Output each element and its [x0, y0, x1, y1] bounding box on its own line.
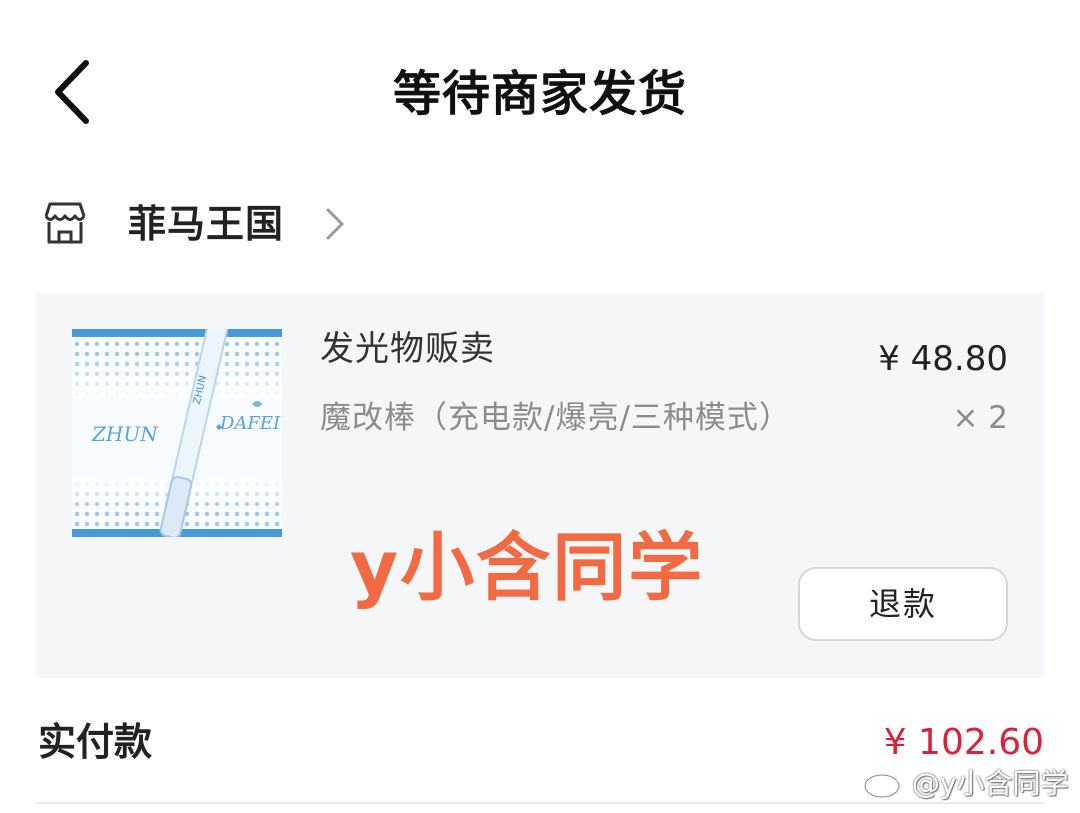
product-quantity: × 2 — [952, 400, 1008, 436]
product-price: ¥ 48.80 — [878, 339, 1008, 379]
store-link[interactable]: 菲马王国 — [36, 190, 436, 260]
product-thumbnail[interactable]: ZHUN ZHUN DAFEI — [72, 329, 282, 537]
overlay-watermark-text: y小含同学 — [350, 525, 705, 611]
corner-watermark-text: @y小含同学 — [912, 767, 1069, 800]
store-name: 菲马王国 — [128, 202, 285, 246]
product-title: 发光物贩卖 — [320, 329, 495, 369]
order-item-card: ZHUN ZHUN DAFEI 发光物贩卖 ¥ 48.80 魔改棒（充电款/爆亮… — [36, 293, 1044, 678]
top-bar: 等待商家发货 — [0, 0, 1080, 185]
refund-button[interactable]: 退款 — [798, 567, 1008, 641]
paid-label: 实付款 — [38, 720, 153, 764]
weibo-icon — [863, 768, 905, 799]
product-image: ZHUN ZHUN DAFEI — [72, 329, 282, 537]
store-icon — [44, 202, 86, 244]
thumb-text-right: DAFEI — [219, 413, 281, 434]
page-title: 等待商家发货 — [392, 66, 687, 122]
corner-watermark: @y小含同学 — [862, 760, 1069, 804]
product-spec: 魔改棒（充电款/爆亮/三种模式） — [320, 400, 791, 436]
thumb-text-left: ZHUN — [91, 422, 159, 446]
chevron-right-icon — [326, 208, 344, 240]
